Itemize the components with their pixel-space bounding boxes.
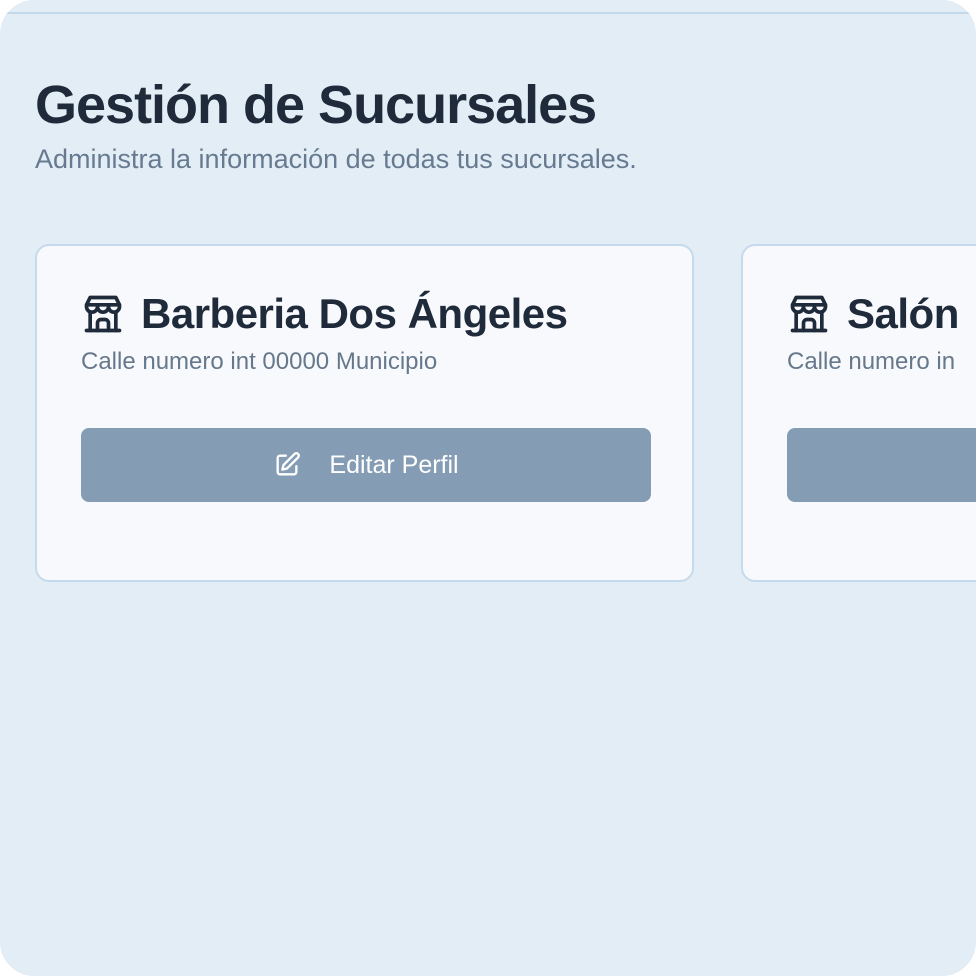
branch-name: Salón (847, 290, 959, 337)
page-subtitle: Administra la información de todas tus s… (35, 144, 637, 174)
branch-card: Salón Calle numero in (741, 244, 976, 582)
store-icon (81, 292, 125, 336)
branch-name: Barberia Dos Ángeles (141, 290, 568, 337)
page-title: Gestión de Sucursales (35, 75, 597, 135)
branch-address: Calle numero in (787, 348, 956, 375)
branch-card: Barberia Dos Ángeles Calle numero int 00… (35, 244, 694, 582)
top-divider (0, 12, 976, 14)
store-icon (787, 292, 831, 336)
edit-icon (273, 451, 301, 479)
edit-profile-button[interactable] (787, 428, 976, 502)
branch-card-header: Salón (787, 290, 959, 338)
edit-profile-button[interactable]: Editar Perfil (81, 428, 651, 502)
branch-card-header: Barberia Dos Ángeles (81, 290, 568, 338)
edit-profile-label: Editar Perfil (329, 450, 459, 479)
branches-page: Gestión de Sucursales Administra la info… (0, 0, 976, 976)
branch-address: Calle numero int 00000 Municipio (81, 348, 438, 375)
